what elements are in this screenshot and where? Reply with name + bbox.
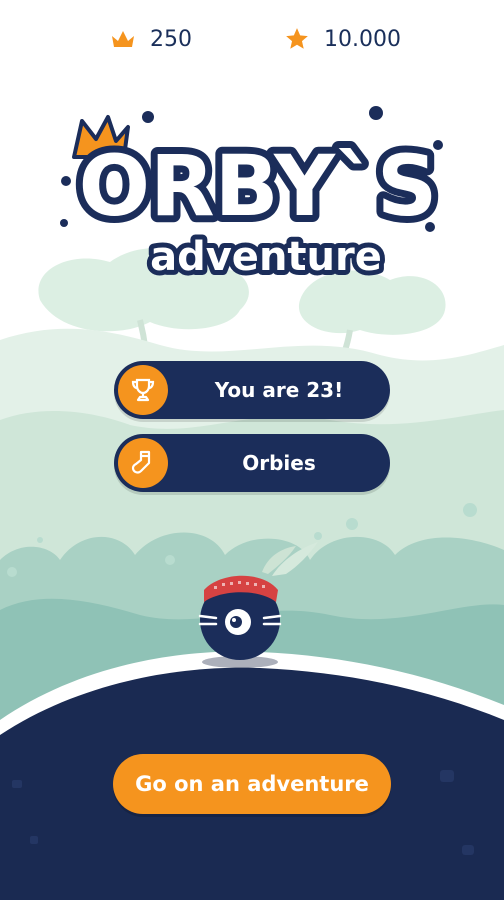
star-counter: 10.000 xyxy=(284,22,401,56)
title-main: ORBY`S xyxy=(79,137,438,235)
orbies-button[interactable]: Orbies xyxy=(114,434,390,492)
orbies-label: Orbies xyxy=(242,451,316,475)
title-sub: adventure xyxy=(150,234,382,280)
go-on-adventure-button[interactable]: Go on an adventure xyxy=(113,754,391,814)
orbies-icon-circle xyxy=(118,438,168,488)
crown-count: 250 xyxy=(150,26,192,52)
crown-counter: 250 xyxy=(110,22,192,56)
rank-button[interactable]: You are 23! xyxy=(114,361,390,419)
trophy-icon xyxy=(131,378,155,402)
game-title-logo: ORBY`S adventure xyxy=(60,106,444,285)
star-icon xyxy=(286,28,308,49)
rank-label: You are 23! xyxy=(214,378,344,402)
star-count: 10.000 xyxy=(324,26,401,52)
rank-icon-circle xyxy=(118,365,168,415)
crown-icon xyxy=(112,31,134,47)
sock-icon xyxy=(131,450,151,474)
